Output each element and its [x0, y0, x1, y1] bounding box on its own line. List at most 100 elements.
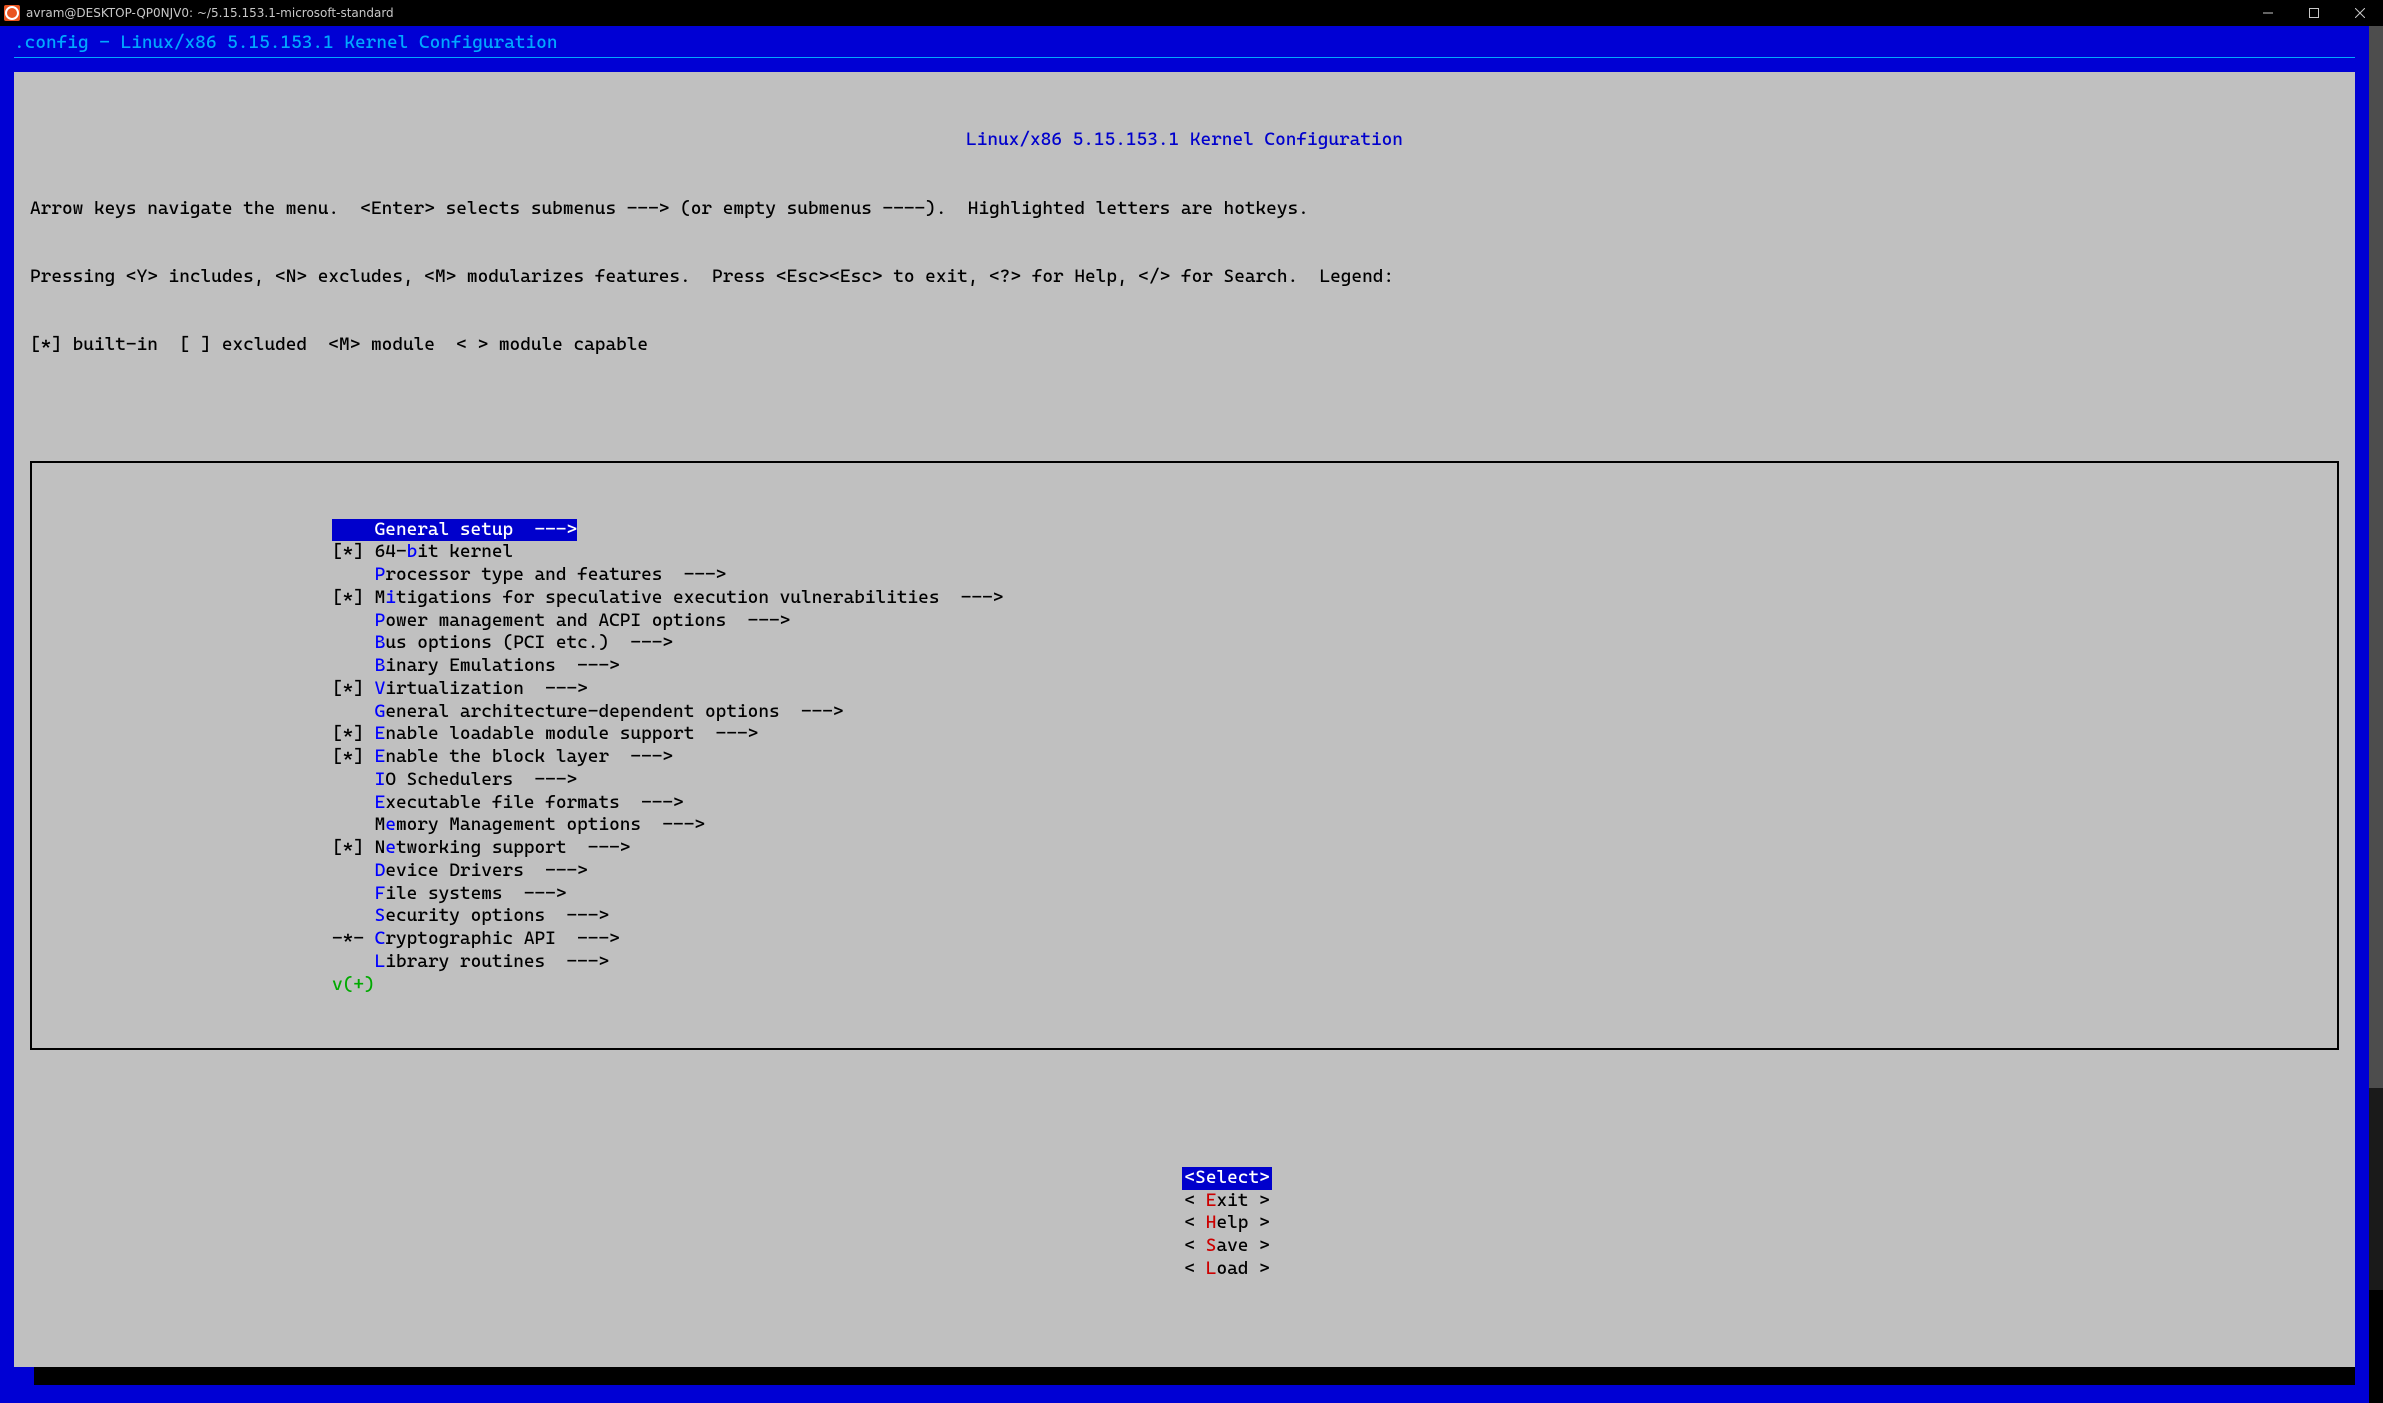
hotkey-letter: B [375, 632, 386, 653]
menu-item-label: tigations for speculative execution vuln… [396, 587, 1003, 608]
maximize-button[interactable] [2291, 0, 2337, 26]
hotkey-letter: C [375, 928, 386, 949]
hotkey-letter: E [375, 746, 386, 767]
menu-item-state: [*] [332, 746, 364, 767]
window-title: avram@DESKTOP-QP0NJV0: ~/5.15.153.1-micr… [26, 2, 394, 25]
menu-item[interactable]: Security options ---> [332, 905, 2337, 928]
panel-help-line: Pressing <Y> includes, <N> excludes, <M>… [30, 266, 2339, 289]
menu-item[interactable]: [*] Virtualization ---> [332, 678, 2337, 701]
menu-item-label: rocessor type and features ---> [385, 564, 726, 585]
menu-item-state [332, 701, 364, 722]
menu-item-label: ibrary routines ---> [385, 951, 609, 972]
panel-help-line: Arrow keys navigate the menu. <Enter> se… [30, 198, 2339, 221]
menu-item-state [332, 564, 364, 585]
menu-item[interactable]: IO Schedulers ---> [332, 769, 2337, 792]
menu-item-state [332, 632, 364, 653]
more-indicator: v(+) [332, 974, 2337, 997]
menu-item-state: [*] [332, 837, 364, 858]
menu-item-state [332, 814, 364, 835]
hotkey-letter: I [375, 769, 386, 790]
menu-item-label: eneral architecture-dependent options --… [385, 701, 843, 722]
menu-item[interactable]: Executable file formats ---> [332, 792, 2337, 815]
menu-item-state: [*] [332, 541, 364, 562]
menu-item[interactable]: Processor type and features ---> [332, 564, 2337, 587]
menu-item-state [332, 860, 364, 881]
window-controls [2245, 0, 2383, 26]
menu-item[interactable]: [*] Mitigations for speculative executio… [332, 587, 2337, 610]
hotkey-letter: F [375, 883, 386, 904]
menu-item[interactable]: General architecture-dependent options -… [332, 701, 2337, 724]
panel-help-line: [*] built-in [ ] excluded <M> module < >… [30, 334, 2339, 357]
hotkey-letter: D [375, 860, 386, 881]
menu-item-label: General setup ---> [364, 519, 577, 540]
menu-item-label: it kernel [417, 541, 513, 562]
menu-item-label: ecurity options ---> [385, 905, 609, 926]
menu-item[interactable]: [*] 64-bit kernel [332, 541, 2337, 564]
menu-item-state [332, 951, 364, 972]
select-button[interactable]: <Select> [1182, 1167, 1271, 1190]
hotkey-letter: E [375, 792, 386, 813]
menu-item-state [332, 769, 364, 790]
menu-item-state [332, 610, 364, 631]
hotkey-letter: S [375, 905, 386, 926]
hotkey-letter: P [375, 610, 386, 631]
minimize-button[interactable] [2245, 0, 2291, 26]
menu-item[interactable]: Power management and ACPI options ---> [332, 610, 2337, 633]
hotkey-letter: L [375, 951, 386, 972]
menu-list[interactable]: General setup --->[*] 64-bit kernel Proc… [332, 519, 2337, 997]
load-button[interactable]: < Load > [1182, 1258, 1271, 1281]
menu-item-state [332, 905, 364, 926]
menu-item[interactable]: [*] Enable loadable module support ---> [332, 723, 2337, 746]
menu-item-label: xecutable file formats ---> [385, 792, 683, 813]
menu-item-label: ryptographic API ---> [385, 928, 619, 949]
hotkey-letter: B [375, 655, 386, 676]
menu-item-state: [*] [332, 587, 364, 608]
hotkey-letter: E [375, 723, 386, 744]
menu-item[interactable]: Device Drivers ---> [332, 860, 2337, 883]
menu-item[interactable]: Bus options (PCI etc.) ---> [332, 632, 2337, 655]
menu-item[interactable]: General setup ---> [332, 519, 577, 542]
menu-item-state [332, 883, 364, 904]
save-button[interactable]: < Save > [1182, 1235, 1271, 1258]
close-button[interactable] [2337, 0, 2383, 26]
dialog-panel: Linux/x86 5.15.153.1 Kernel Configuratio… [14, 72, 2355, 1367]
menu-item-state: -*- [332, 928, 364, 949]
menu-item[interactable]: -*- Cryptographic API ---> [332, 928, 2337, 951]
menu-item-state: [*] [332, 678, 364, 699]
menu-item-label: irtualization ---> [385, 678, 587, 699]
menu-item-label: ower management and ACPI options ---> [385, 610, 790, 631]
header-rule [14, 57, 2355, 58]
panel-title: Linux/x86 5.15.153.1 Kernel Configuratio… [30, 129, 2339, 152]
hotkey-letter: V [375, 678, 386, 699]
menu-item-state: [*] [332, 723, 364, 744]
menu-item[interactable]: [*] Networking support ---> [332, 837, 2337, 860]
window-titlebar: avram@DESKTOP-QP0NJV0: ~/5.15.153.1-micr… [0, 0, 2383, 26]
menu-item-label: nable the block layer ---> [385, 746, 673, 767]
menu-item-label: O Schedulers ---> [385, 769, 577, 790]
menu-item-label: mory Management options ---> [396, 814, 705, 835]
menu-item[interactable]: Binary Emulations ---> [332, 655, 2337, 678]
config-header: .config - Linux/x86 5.15.153.1 Kernel Co… [14, 32, 2355, 55]
exit-button[interactable]: < Exit > [1182, 1190, 1271, 1213]
menu-item-label: us options (PCI etc.) ---> [385, 632, 673, 653]
menu-item-label: inary Emulations ---> [385, 655, 619, 676]
scrollbar-thumb[interactable] [2369, 26, 2383, 1088]
hotkey-letter: e [385, 837, 396, 858]
menu-item-state [332, 655, 364, 676]
hotkey-letter: e [385, 814, 396, 835]
menu-item-state [332, 792, 364, 813]
hotkey-letter: i [385, 587, 396, 608]
terminal-surface: .config - Linux/x86 5.15.153.1 Kernel Co… [0, 26, 2369, 1290]
menu-item-label: tworking support ---> [396, 837, 630, 858]
help-button[interactable]: < Help > [1182, 1212, 1271, 1235]
panel-shadow [34, 1367, 2355, 1385]
menu-frame: General setup --->[*] 64-bit kernel Proc… [30, 461, 2339, 1050]
vertical-scrollbar[interactable] [2369, 26, 2383, 1290]
menu-item[interactable]: [*] Enable the block layer ---> [332, 746, 2337, 769]
terminal-app-icon [4, 5, 20, 21]
menu-item[interactable]: Library routines ---> [332, 951, 2337, 974]
menu-item[interactable]: File systems ---> [332, 883, 2337, 906]
hotkey-letter: b [407, 541, 418, 562]
menu-item[interactable]: Memory Management options ---> [332, 814, 2337, 837]
dialog-buttons: <Select> < Exit > < Help > < Save > < Lo… [30, 1144, 2339, 1303]
